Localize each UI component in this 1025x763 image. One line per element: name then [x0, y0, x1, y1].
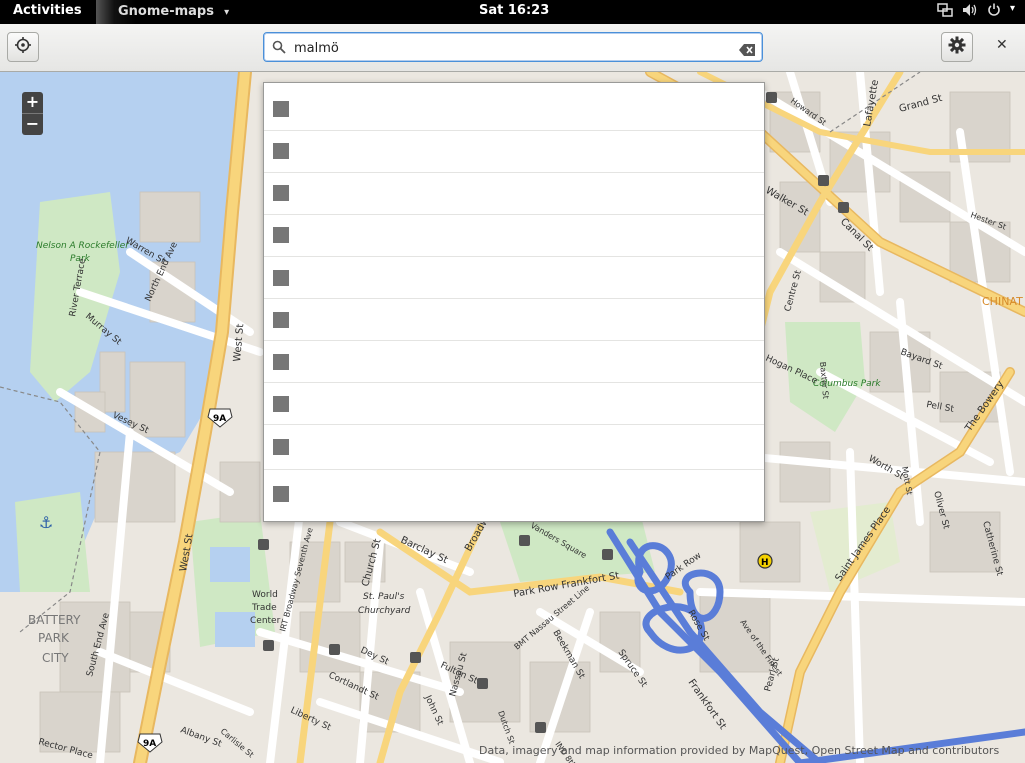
- result-row[interactable]: [264, 298, 764, 341]
- result-placeholder-icon: [273, 270, 289, 286]
- result-row[interactable]: [264, 469, 764, 520]
- result-row[interactable]: [264, 214, 764, 257]
- map-label: Center: [250, 616, 281, 626]
- map-label: CITY: [42, 651, 69, 665]
- water-pool: [210, 547, 250, 582]
- crosshair-icon: [14, 36, 32, 58]
- result-row[interactable]: [264, 256, 764, 299]
- zoom-in-button[interactable]: +: [22, 92, 43, 113]
- search-results-popover: [263, 82, 765, 522]
- zoom-controls: + −: [22, 92, 43, 135]
- map-attribution: Data, imagery and map information provid…: [479, 744, 1000, 757]
- map-label: Churchyard: [358, 606, 411, 616]
- top-panel: Activities Gnome-maps ▾ Sat 16:23 ▾: [0, 0, 1025, 24]
- activities-button[interactable]: Activities: [13, 3, 82, 18]
- map-label: Trade: [251, 603, 277, 613]
- result-placeholder-icon: [273, 185, 289, 201]
- svg-text:9A: 9A: [213, 414, 226, 424]
- header-bar: ✕: [0, 24, 1025, 72]
- result-row[interactable]: [264, 130, 764, 173]
- result-placeholder-icon: [273, 227, 289, 243]
- result-placeholder-icon: [273, 312, 289, 328]
- zoom-out-button[interactable]: −: [22, 113, 43, 135]
- search-entry[interactable]: [263, 32, 763, 62]
- map-label: Nelson A Rockefeller: [36, 241, 130, 251]
- system-tray[interactable]: ▾: [937, 3, 1015, 21]
- settings-button[interactable]: [941, 32, 973, 62]
- volume-icon: [962, 3, 978, 21]
- water-pool: [215, 612, 255, 647]
- map-label: World: [252, 590, 278, 600]
- park-area: [15, 492, 90, 592]
- map-label: PARK: [38, 631, 70, 645]
- map-label: St. Paul's: [363, 592, 405, 602]
- chevron-down-icon: ▾: [1009, 3, 1015, 14]
- result-row[interactable]: [264, 424, 764, 470]
- app-menu[interactable]: Gnome-maps ▾: [96, 0, 238, 24]
- result-row[interactable]: [264, 83, 764, 131]
- result-row[interactable]: [264, 172, 764, 215]
- search-input[interactable]: [292, 37, 726, 59]
- map-label: CHINAT: [982, 295, 1023, 308]
- result-placeholder-icon: [273, 439, 289, 455]
- result-placeholder-icon: [273, 396, 289, 412]
- result-placeholder-icon: [273, 101, 289, 117]
- svg-text:9A: 9A: [143, 739, 156, 749]
- anchor-icon: ⚓: [39, 513, 53, 532]
- clock[interactable]: Sat 16:23: [479, 3, 549, 18]
- power-icon: [987, 3, 1001, 21]
- chevron-down-icon: ▾: [224, 7, 230, 18]
- close-window-button[interactable]: ✕: [996, 37, 1008, 53]
- gear-icon: [948, 36, 966, 58]
- clear-search-icon[interactable]: [739, 41, 755, 60]
- result-row[interactable]: [264, 340, 764, 383]
- result-placeholder-icon: [273, 486, 289, 502]
- app-name: Gnome-maps: [118, 4, 214, 19]
- locate-button[interactable]: [7, 32, 39, 62]
- result-placeholder-icon: [273, 354, 289, 370]
- result-row[interactable]: [264, 382, 764, 425]
- result-placeholder-icon: [273, 143, 289, 159]
- svg-text:H: H: [761, 558, 769, 568]
- map-label: BATTERY: [28, 613, 81, 627]
- search-icon: [272, 39, 286, 58]
- network-icon: [937, 3, 953, 21]
